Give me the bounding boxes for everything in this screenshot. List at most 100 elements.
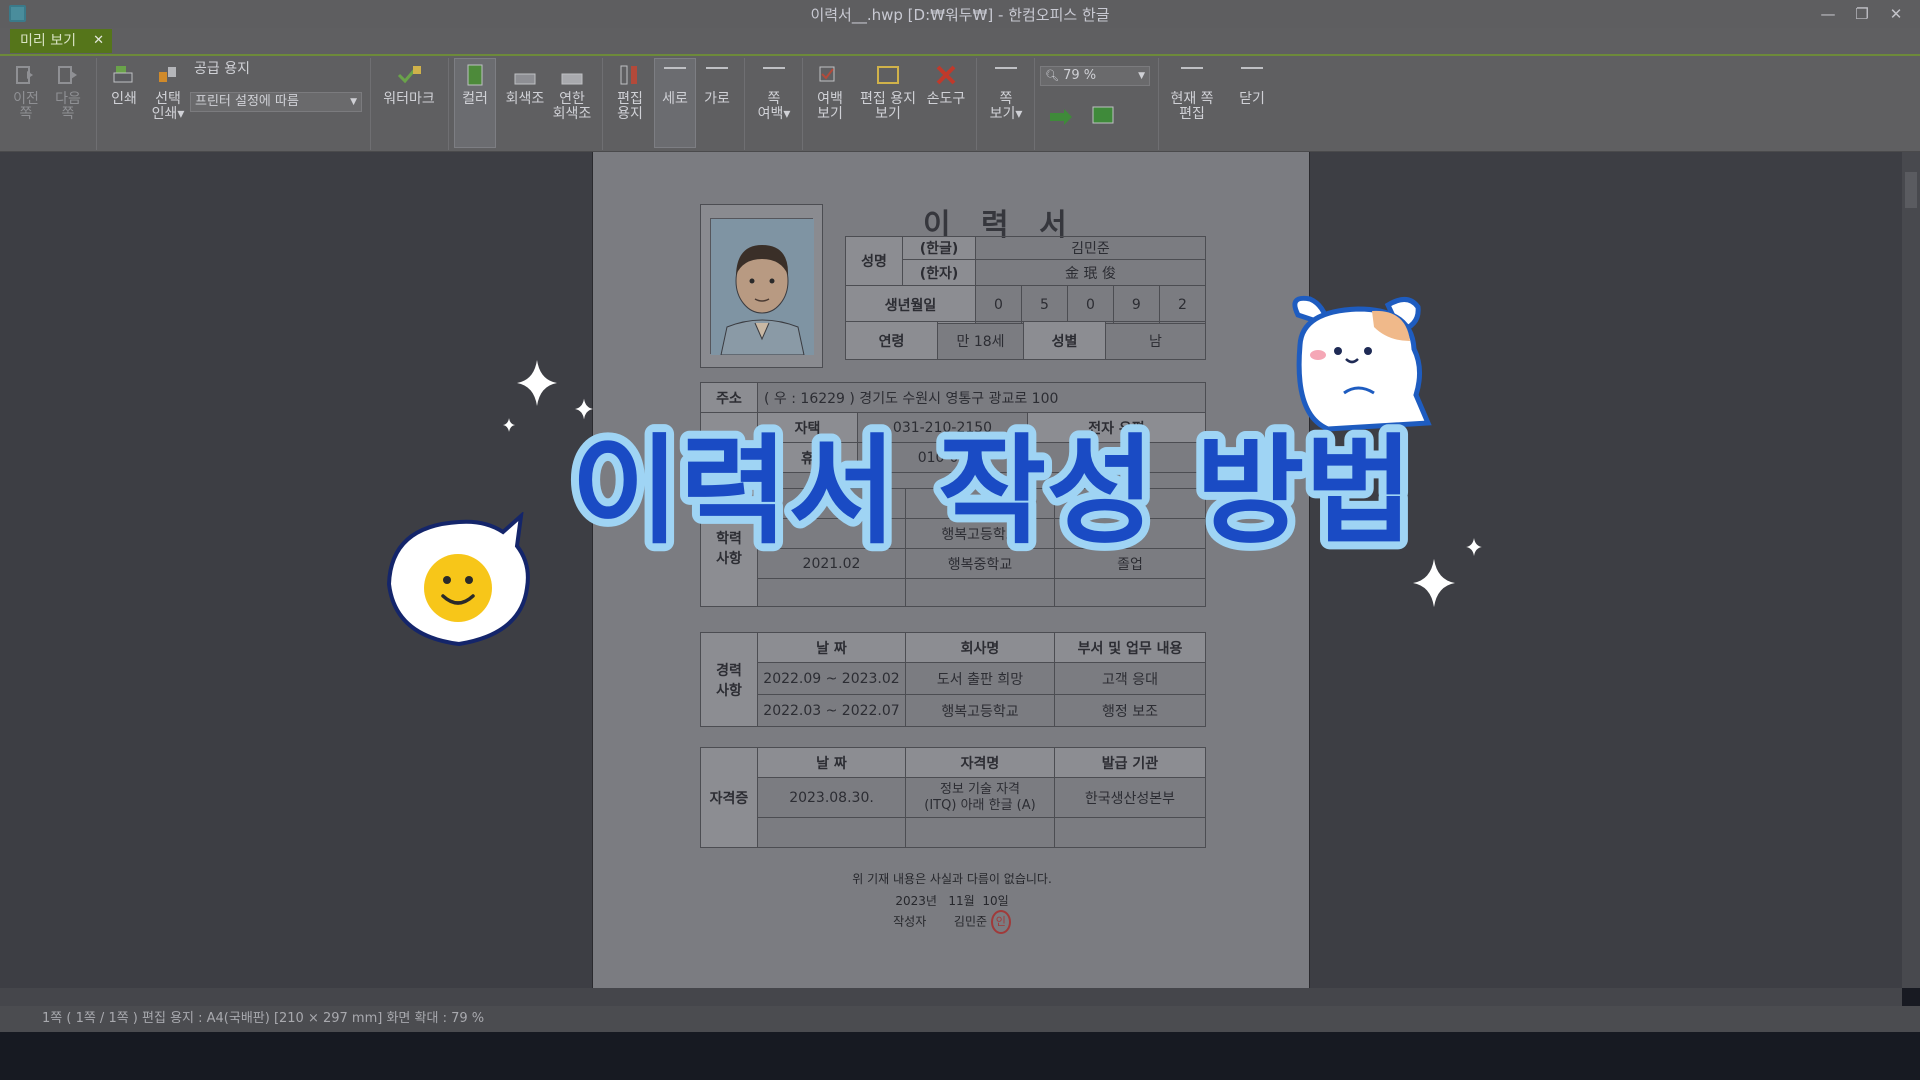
career-date: 2022.03 ~ 2022.07 (757, 694, 906, 727)
career-header-date: 날 짜 (757, 632, 906, 663)
hangul-name: 김민준 (975, 236, 1206, 260)
ribbon-separator (370, 58, 371, 150)
fit-width-button[interactable] (1044, 106, 1078, 134)
watermark-icon (397, 66, 421, 84)
edit-paper-view-label: 편집 용지 보기 (860, 91, 916, 122)
ribbon-separator (96, 58, 97, 150)
portrait-button[interactable]: 세로 (656, 64, 694, 107)
portrait-label: 세로 (662, 91, 688, 107)
certificate-label: 자격증 (700, 747, 758, 848)
zoom-value: 79 % (1063, 68, 1097, 83)
gray-page-icon (514, 73, 536, 85)
printer-icon (113, 66, 133, 83)
watermark-label: 워터마크 (383, 91, 435, 107)
next-page-label: 다음 쪽 (55, 91, 81, 122)
chevron-down-icon: ▼ (1138, 71, 1145, 81)
sparkle-icon (1413, 558, 1455, 608)
person-illustration (711, 219, 814, 356)
age-value: 만 18세 (937, 321, 1024, 360)
page-view-label: 쪽 보기▾ (989, 91, 1023, 122)
close-preview-button[interactable]: 닫기 (1228, 64, 1276, 107)
hanja-name: 金 珉 俊 (975, 259, 1206, 286)
cert-issuer: 한국생산성본부 (1054, 777, 1206, 818)
hand-tool-icon (936, 65, 956, 85)
hwp-preview-window: 이력서__.hwp [D:₩워두₩] - 한컴오피스 한글 — ❐ ✕ 미리 보… (0, 0, 1920, 1080)
watermark-button[interactable]: 워터마크 (378, 64, 440, 107)
age-label: 연령 (845, 321, 938, 360)
career-company: 도서 출판 희망 (905, 662, 1055, 695)
page-view-button[interactable]: 쪽 보기▾ (984, 64, 1028, 122)
career-duty: 고객 응대 (1054, 662, 1206, 695)
signature-line: 작성자 김민준 인 (593, 910, 1311, 934)
next-page-button[interactable]: 다음 쪽 (50, 64, 86, 122)
restore-button[interactable]: ❐ (1850, 3, 1874, 25)
overlay-title: 이력서 작성 방법 이력서 작성 방법 (563, 420, 1421, 565)
landscape-button[interactable]: 가로 (698, 64, 736, 107)
select-print-button[interactable]: 선택 인쇄▾ (148, 64, 188, 122)
page-view-icon (995, 67, 1017, 69)
fit-page-button[interactable] (1086, 104, 1120, 132)
window-title: 이력서__.hwp [D:₩워두₩] - 한컴오피스 한글 (810, 6, 1110, 24)
light-gray-mode-button[interactable]: 연한 회색조 (550, 64, 594, 122)
status-bar: 1쪽 ( 1쪽 / 1쪽 ) 편집 용지 : A4(국배판) [210 × 29… (0, 1006, 1920, 1032)
landscape-label: 가로 (704, 91, 730, 107)
profile-photo (710, 218, 814, 356)
edit-paper-icon (620, 65, 637, 85)
minimize-button[interactable]: — (1816, 3, 1840, 25)
scroll-thumb[interactable] (1905, 172, 1917, 208)
ribbon-separator (976, 58, 977, 150)
hanja-label: (한자) (902, 259, 976, 286)
gray-mode-button[interactable]: 회색조 (502, 64, 548, 107)
hand-tool-button[interactable]: 손도구 (922, 64, 970, 107)
select-print-icon (159, 67, 176, 82)
resume-document: 이 력 서 성명 (한글) 김민준 (한자) 金 珉 俊 생년월일 0 5 0 … (593, 152, 1311, 988)
vertical-scrollbar[interactable] (1902, 152, 1920, 988)
color-mode-button[interactable]: 컬러 (456, 64, 494, 107)
birth-digit: 5 (1020, 285, 1068, 324)
cert-name: 정보 기술 자격 (ITQ) 아래 한글 (A) (905, 777, 1055, 818)
prev-page-button[interactable]: 이전 쪽 (8, 64, 44, 122)
edit-paper-view-button[interactable]: 편집 용지 보기 (854, 64, 922, 122)
cert-date (757, 817, 906, 848)
sparkle-icon (1466, 538, 1482, 556)
print-button[interactable]: 인쇄 (106, 64, 142, 107)
tab-preview[interactable]: 미리 보기 ✕ (10, 29, 112, 53)
close-preview-label: 닫기 (1239, 91, 1265, 107)
career-header-duty: 부서 및 업무 내용 (1054, 632, 1206, 663)
next-page-icon (58, 66, 77, 84)
overlay-title-text: 이력서 작성 방법 (571, 422, 1413, 560)
preview-ribbon: 미리 보기 ✕ 이전 쪽 다음 쪽 인쇄 선택 인쇄▾ 공급 용지 프린터 설정… (0, 28, 1920, 152)
career-label: 경력 사항 (700, 632, 758, 727)
career-table: 경력 사항 날 짜 회사명 부서 및 업무 내용 2022.09 ~ 2023.… (700, 632, 1206, 727)
zoom-select[interactable]: 🔍︎ 79 % ▼ (1040, 66, 1150, 86)
current-page-edit-button[interactable]: 현재 쪽 편집 (1164, 64, 1220, 122)
gender-value: 남 (1105, 321, 1206, 360)
birth-digit: 9 (1112, 285, 1160, 324)
seal-stamp: 인 (990, 910, 1011, 934)
cert-header-issuer: 발급 기관 (1054, 747, 1206, 778)
birth-digit: 0 (1066, 285, 1114, 324)
close-window-button[interactable]: ✕ (1884, 3, 1908, 25)
address-label: 주소 (700, 382, 758, 413)
career-duty: 행정 보조 (1054, 694, 1206, 727)
edit-paper-button[interactable]: 편집 용지 (610, 64, 650, 122)
cert-date: 2023.08.30. (757, 777, 906, 818)
tab-close-icon[interactable]: ✕ (93, 29, 104, 53)
cert-issuer (1054, 817, 1206, 848)
ribbon-separator (1034, 58, 1035, 150)
margin-view-button[interactable]: 여백 보기 (808, 64, 852, 122)
bottom-strip (0, 1032, 1920, 1080)
paper-source-select[interactable]: 프린터 설정에 따름 ▼ (190, 92, 362, 112)
arrow-right-icon (1050, 109, 1072, 125)
hangul-label: (한글) (902, 236, 976, 260)
horizontal-scrollbar[interactable] (0, 988, 1902, 1006)
smiley-speech-bubble (386, 512, 530, 647)
edit-paper-view-icon (877, 66, 899, 84)
light-gray-page-icon (561, 73, 583, 85)
current-page-edit-label: 현재 쪽 편집 (1170, 91, 1214, 122)
preview-work-area: 이 력 서 성명 (한글) 김민준 (한자) 金 珉 俊 생년월일 0 5 0 … (0, 152, 1920, 988)
close-preview-icon (1241, 67, 1263, 69)
light-gray-mode-label: 연한 회색조 (552, 91, 592, 122)
page-margin-button[interactable]: 쪽 여백▾ (752, 64, 796, 122)
gray-mode-label: 회색조 (505, 91, 545, 107)
